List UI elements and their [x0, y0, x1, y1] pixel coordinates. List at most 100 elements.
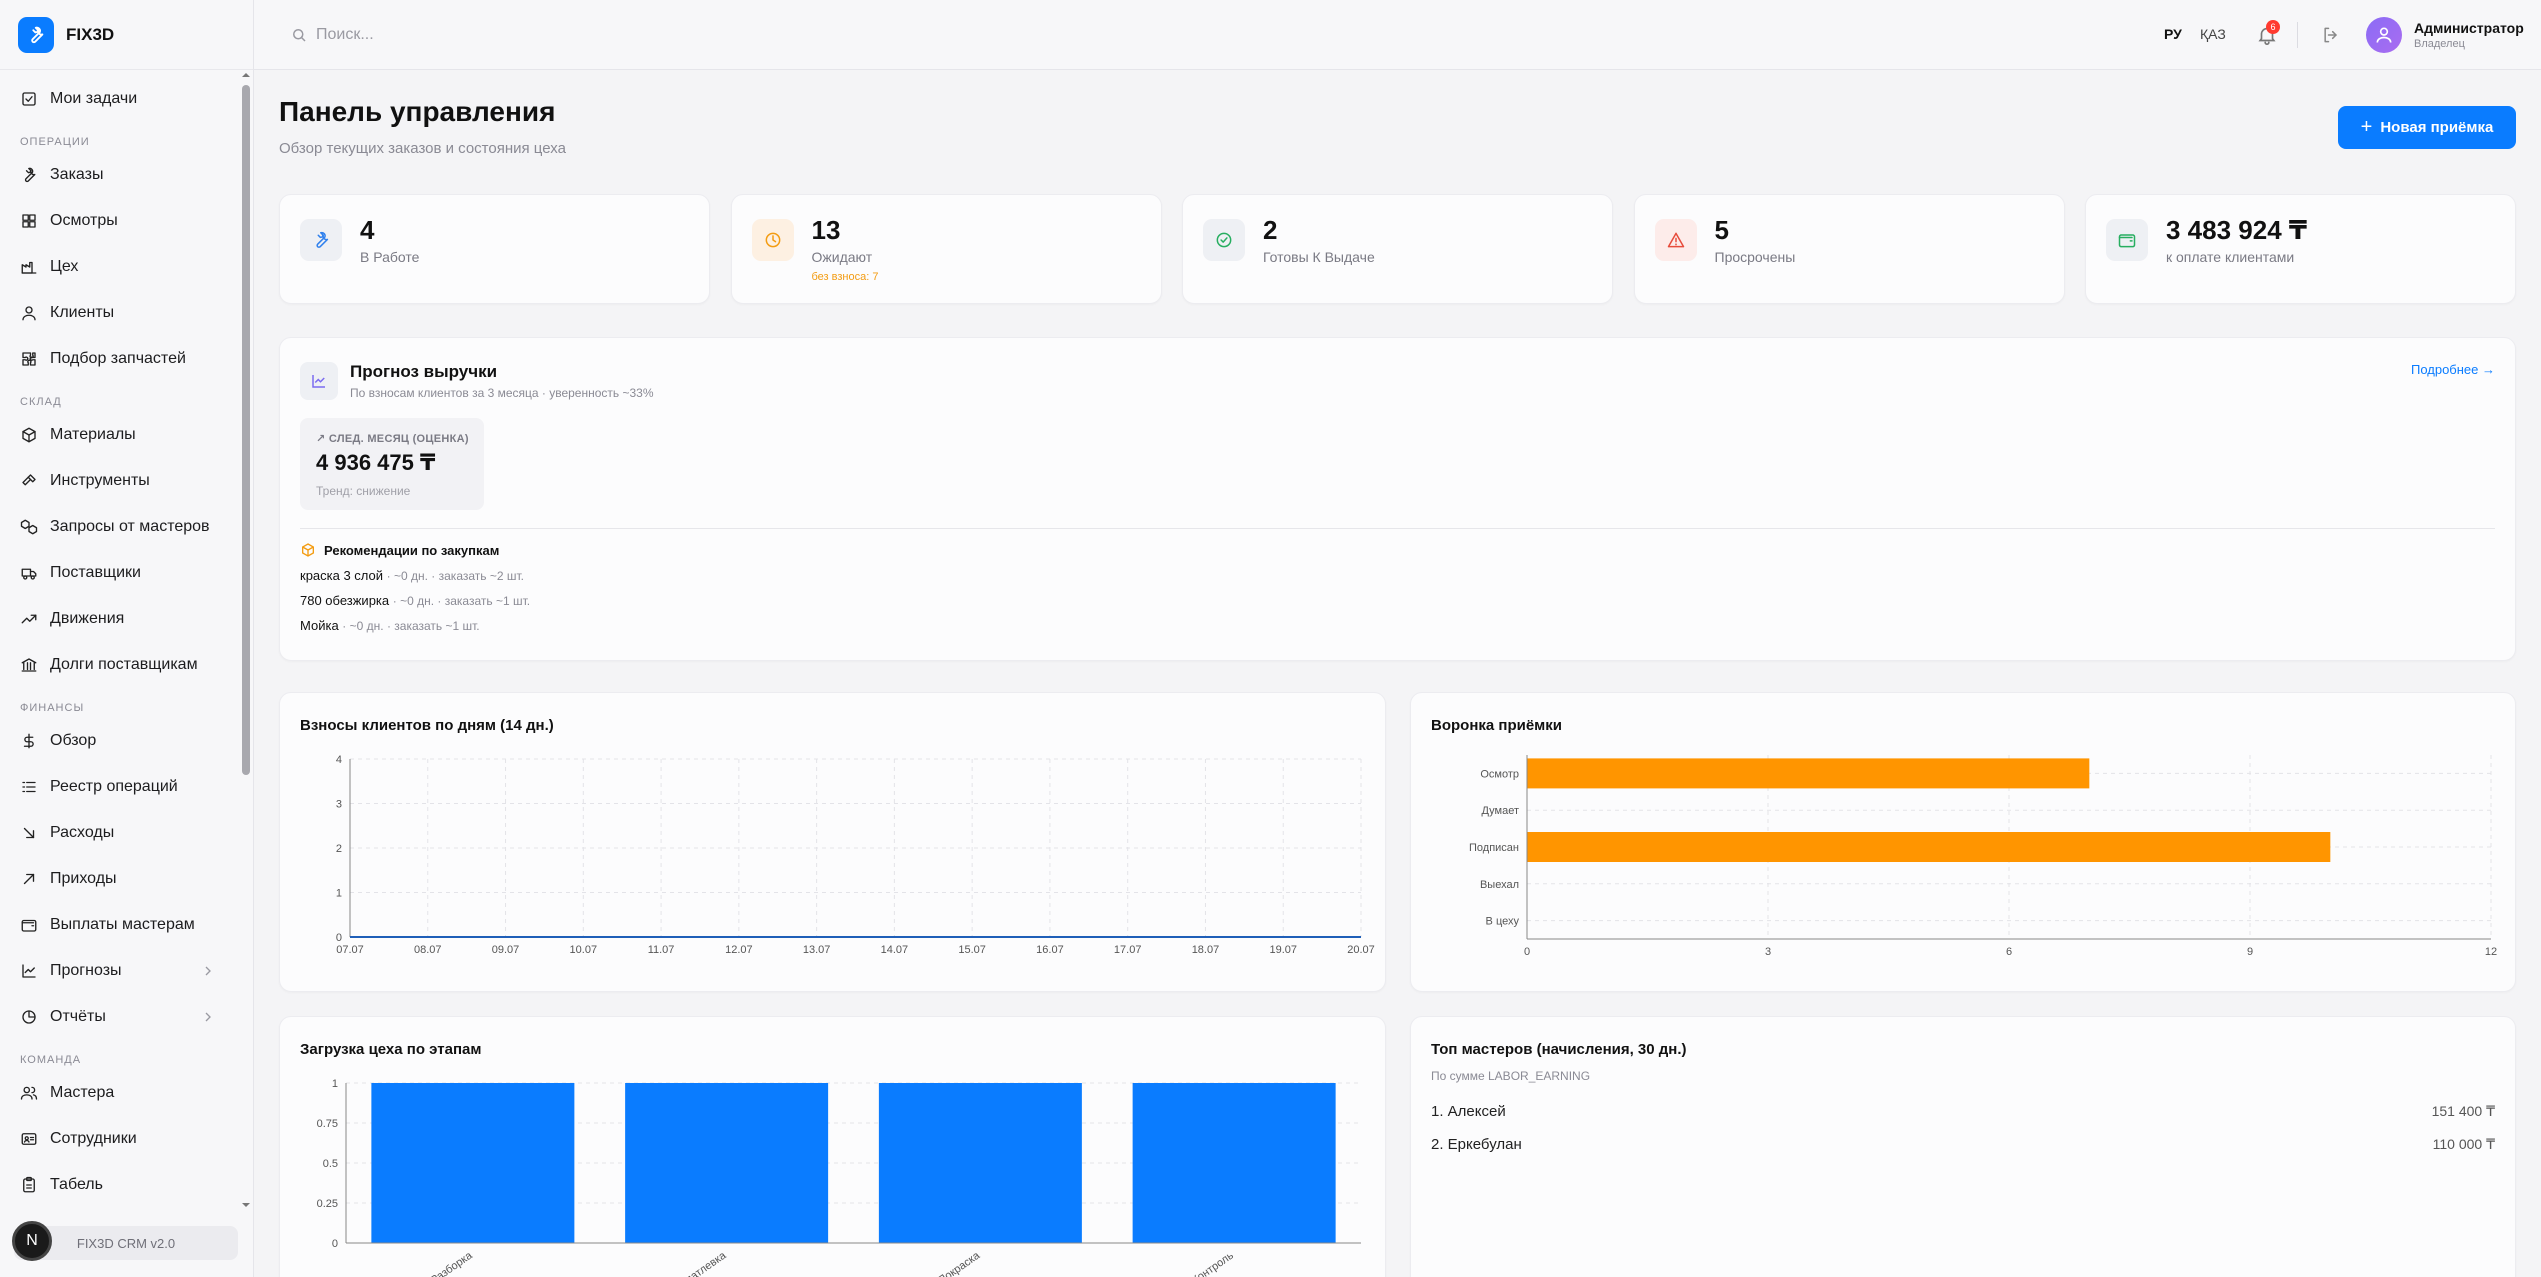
sidebar-item-label: Долги поставщикам — [50, 656, 198, 673]
forecast-box-trend: Тренд: снижение — [316, 484, 411, 498]
forecast-box-value: 4 936 475 ₸ — [316, 450, 436, 475]
sidebar-item[interactable]: Подбор запчастей — [0, 336, 240, 382]
sidebar-item[interactable]: Мои задачи — [0, 76, 240, 122]
y-tick-label: 1 — [336, 888, 342, 900]
stat-sub: без взноса: 7 — [811, 271, 879, 283]
stat-card[interactable]: 4 В Работе — [279, 194, 710, 304]
load-bar — [878, 1083, 1082, 1243]
x-tick-label: 12 — [2485, 946, 2497, 958]
user-icon — [2376, 27, 2392, 43]
logout-icon[interactable] — [2321, 25, 2341, 45]
sidebar-item[interactable]: Табель — [0, 1162, 240, 1206]
funnel-bar — [1527, 758, 2090, 789]
sidebar-item[interactable]: Прогнозы — [0, 948, 240, 994]
sidebar-item[interactable]: Цех — [0, 244, 240, 290]
x-tick-label: 19.07 — [1269, 944, 1297, 956]
sidebar-item[interactable]: Мастера — [0, 1070, 240, 1116]
checkbox-icon — [20, 90, 38, 108]
sidebar-item[interactable]: Реестр операций — [0, 764, 240, 810]
clock-icon — [751, 219, 794, 261]
lang-ru-button[interactable]: РУ — [2164, 26, 2182, 42]
sidebar-section-title: КОМАНДА — [20, 1054, 82, 1066]
sidebar-item-label: Заказы — [50, 166, 104, 183]
stat-card[interactable]: 13 Ожидают без взноса: 7 — [730, 194, 1162, 304]
sidebar-section-title: ОПЕРАЦИИ — [20, 136, 90, 148]
sidebar-item[interactable]: Осмотры — [0, 198, 240, 244]
y-tick-label: В цеху — [1486, 916, 1520, 928]
forecast-box-label: ↗ СЛЕД. МЕСЯЦ (ОЦЕНКА) — [316, 433, 469, 445]
scroll-up-icon[interactable] — [241, 70, 251, 80]
sidebar-item[interactable]: Расходы — [0, 810, 240, 856]
load-bar — [625, 1083, 829, 1243]
rec-detail: · ~0 дн. · заказать ~1 шт. — [392, 594, 531, 608]
brand-name: FIX3D — [66, 24, 115, 44]
check-circle-icon — [1203, 219, 1245, 261]
stat-card[interactable]: 3 483 924 ₸ к оплате клиентами — [2085, 194, 2516, 304]
stat-label: Просрочены — [1714, 249, 1796, 265]
master-amount: 151 400 ₸ — [2431, 1103, 2495, 1119]
master-name: 2. Еркебулан — [1431, 1136, 1522, 1153]
sidebar-item[interactable]: Долги поставщикам — [0, 642, 240, 688]
scroll-thumb[interactable] — [242, 85, 250, 775]
sidebar-nav: Мои задачи ОПЕРАЦИИ Заказы Осмотры Цех Клиент… — [0, 76, 240, 1206]
sidebar-item-label: Движения — [50, 610, 125, 627]
sidebar-item[interactable]: Инструменты — [0, 458, 240, 504]
funnel-chart-card: Воронка приёмки 0 3 6 9 12 Осмотр Думает Подпис… — [1410, 692, 2516, 992]
sidebar-item-label: Приходы — [50, 870, 117, 887]
clipboard-icon — [20, 1176, 38, 1194]
x-tick-label: 3 — [1765, 946, 1771, 958]
sidebar-item[interactable]: Приходы — [0, 856, 240, 902]
sidebar-item[interactable]: Материалы — [0, 412, 240, 458]
search-input[interactable]: Поиск... — [316, 26, 374, 44]
sidebar-item[interactable]: Сотрудники — [0, 1116, 240, 1162]
load-chart-card: Загрузка цеха по этапам 0 0.25 0.5 0.75 1 Раз… — [279, 1016, 1386, 1277]
chart-line-icon — [300, 362, 338, 400]
lang-kz-button[interactable]: ҚАЗ — [2200, 26, 2226, 42]
stat-value: 3 483 924 ₸ — [2166, 215, 2307, 245]
x-tick-label: Шпатлевка — [675, 1249, 729, 1277]
recommendations-header: Рекомендации по закупкам — [300, 542, 499, 558]
x-tick-label: 14.07 — [881, 944, 909, 956]
sidebar-item-label: Расходы — [50, 824, 115, 841]
sidebar-item[interactable]: Поставщики — [0, 550, 240, 596]
y-tick-label: Думает — [1481, 805, 1519, 817]
stat-card[interactable]: 2 Готовы К Выдаче — [1182, 194, 1613, 304]
user-avatar[interactable] — [2366, 17, 2402, 53]
x-tick-label: 12.07 — [725, 944, 753, 956]
sidebar-item-label: Инструменты — [50, 472, 150, 489]
stat-card[interactable]: 5 Просрочены — [1633, 194, 2065, 304]
scroll-down-icon[interactable] — [241, 1200, 251, 1210]
top-masters-title: Топ мастеров (начисления, 30 дн.) — [1431, 1041, 1687, 1058]
top-header: Поиск... РУ ҚАЗ 6 Администратор Владелец — [254, 0, 2541, 70]
sidebar-item[interactable]: Заказы — [0, 152, 240, 198]
forecast-subtitle: По взносам клиентов за 3 месяца · уверен… — [350, 386, 654, 400]
forecast-more-link[interactable]: Подробнее → — [2411, 362, 2495, 377]
top-masters-subtitle: По сумме LABOR_EARNING — [1431, 1069, 1591, 1083]
dev-badge[interactable]: N — [12, 1221, 52, 1261]
sidebar-item[interactable]: Обзор — [0, 718, 240, 764]
next-month-forecast: ↗ СЛЕД. МЕСЯЦ (ОЦЕНКА) 4 936 475 ₸ Тренд… — [300, 418, 484, 510]
page-subtitle: Обзор текущих заказов и состояния цеха — [279, 140, 566, 157]
x-tick-label: 16.07 — [1036, 944, 1064, 956]
dollar-icon — [20, 732, 38, 750]
sidebar-item[interactable]: Отчёты — [0, 994, 240, 1040]
sidebar-item-label: Отчёты — [50, 1008, 106, 1025]
sidebar-item[interactable]: Запросы от мастеров — [0, 504, 240, 550]
stat-value: 2 — [1263, 215, 1278, 245]
sidebar-item-label: Подбор запчастей — [50, 350, 186, 367]
forecast-card: Прогноз выручки По взносам клиентов за 3… — [279, 337, 2516, 661]
brand[interactable]: FIX3D — [0, 0, 253, 70]
stat-label: Готовы К Выдаче — [1263, 249, 1375, 265]
new-intake-button[interactable]: + Новая приёмка — [2338, 106, 2516, 149]
y-tick-label: Осмотр — [1480, 768, 1519, 780]
search-bar[interactable]: Поиск... — [290, 22, 374, 48]
chart-icon — [20, 962, 38, 980]
sidebar-item[interactable]: Движения — [0, 596, 240, 642]
sidebar-scrollbar[interactable] — [240, 70, 252, 1210]
recommendation-row: краска 3 слой · ~0 дн. · заказать ~2 шт. — [300, 568, 524, 583]
x-tick-label: 6 — [2006, 946, 2012, 958]
sidebar-item[interactable]: Выплаты мастерам — [0, 902, 240, 948]
load-bar — [371, 1083, 575, 1243]
sidebar-item[interactable]: Клиенты — [0, 290, 240, 336]
arrow-down-right-icon — [20, 824, 38, 842]
